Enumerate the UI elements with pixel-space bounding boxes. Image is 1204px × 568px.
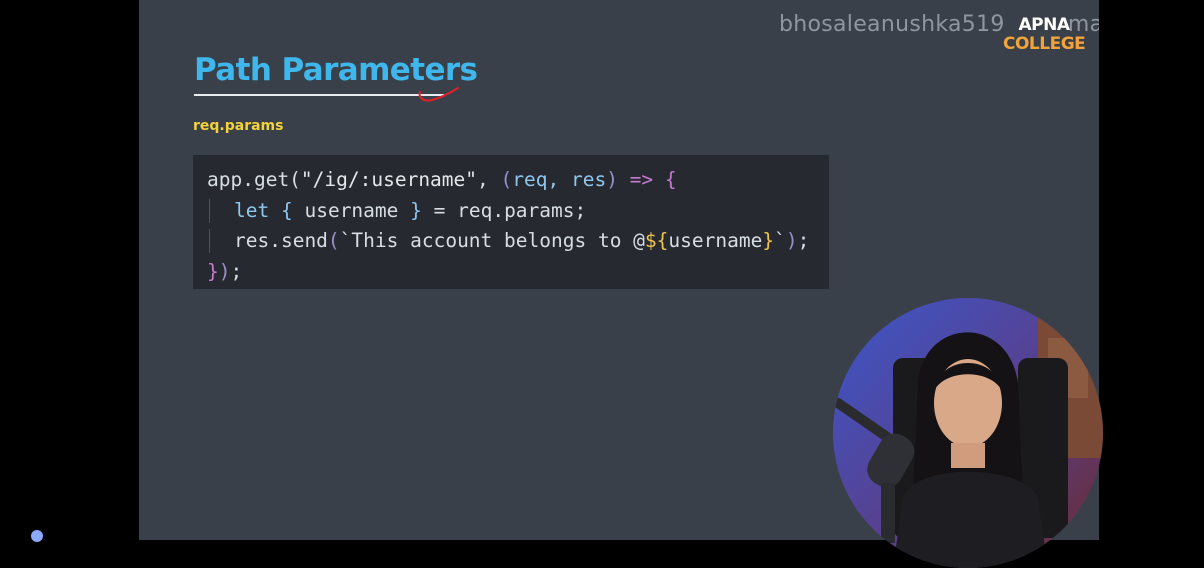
- code-line-4: });: [207, 259, 243, 283]
- player-indicator-dot: [31, 530, 43, 542]
- webcam-presenter-video: [833, 298, 1103, 568]
- code-block: app.get("/ig/:username", (req, res) => {…: [193, 155, 829, 289]
- code-line-1: app.get("/ig/:username", (req, res) => {: [207, 168, 677, 191]
- brand-logo: APNA COLLEGE: [1003, 15, 1086, 54]
- code-line-3: res.send(`This account belongs to @${use…: [207, 226, 829, 257]
- pen-annotation-mark: [418, 87, 459, 102]
- logo-line-1: APNA: [1018, 15, 1070, 35]
- presenter-image: [833, 298, 1103, 568]
- slide-subtitle: req.params: [193, 118, 284, 134]
- code-line-2: let { username } = req.params;: [207, 196, 829, 227]
- title-underline: [194, 94, 444, 96]
- logo-line-2: COLLEGE: [1003, 34, 1086, 54]
